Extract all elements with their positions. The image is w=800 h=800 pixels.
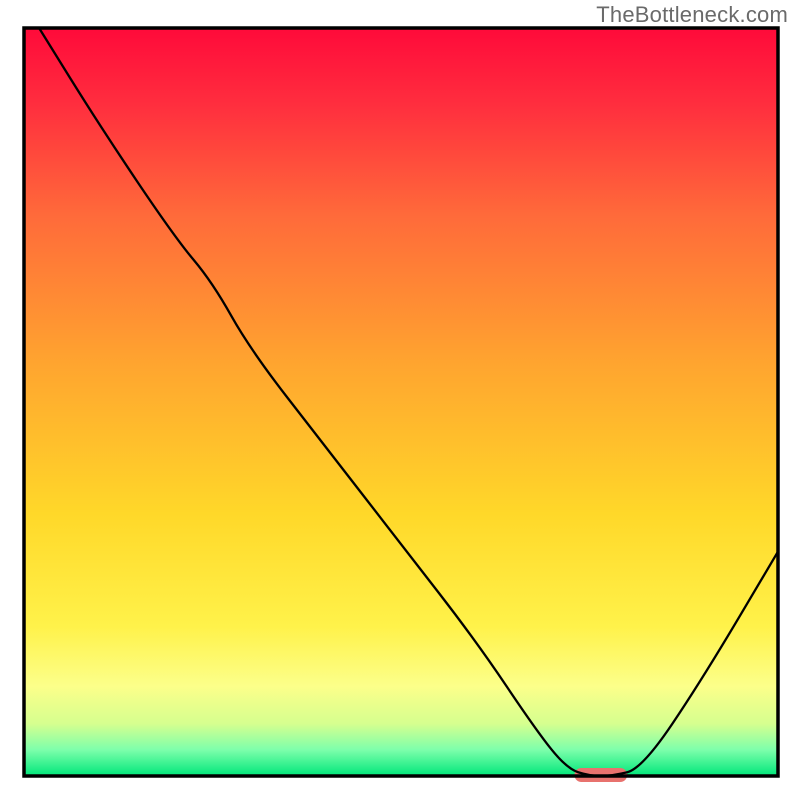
watermark-text: TheBottleneck.com [596, 2, 788, 28]
bottleneck-chart [0, 0, 800, 800]
plot-area [24, 28, 778, 782]
gradient-background [24, 28, 778, 776]
chart-container: TheBottleneck.com [0, 0, 800, 800]
